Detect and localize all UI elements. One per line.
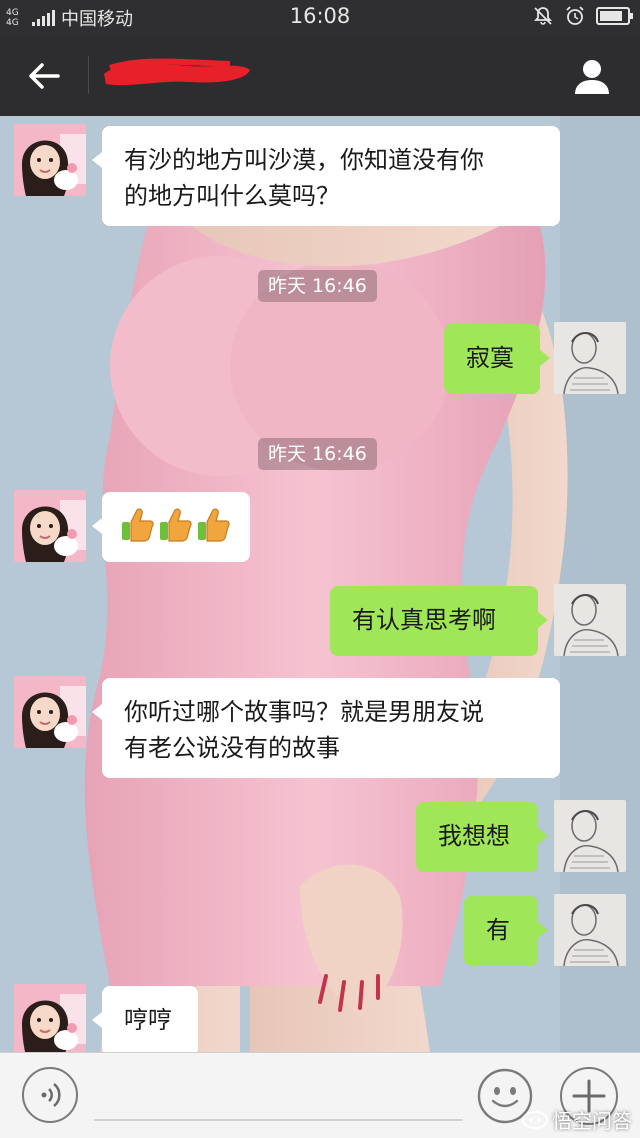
message-input[interactable] (94, 1077, 462, 1121)
thumbs-up-icon (198, 508, 230, 542)
battery-icon (596, 7, 633, 25)
message-text-line: 有老公说没有的故事 (124, 734, 340, 762)
my-avatar[interactable] (554, 894, 626, 966)
message-text-line: 的地方叫什么莫吗？ (124, 182, 340, 210)
message-text: 有 (486, 916, 510, 944)
message-bubble-incoming[interactable] (92, 492, 250, 562)
alarm-icon (566, 6, 584, 25)
battery-fill (600, 11, 623, 21)
contact-profile-button[interactable] (570, 54, 614, 98)
thumbs-up-icon (160, 508, 192, 542)
my-avatar[interactable] (554, 800, 626, 872)
sketch-avatar-image (554, 584, 626, 656)
message-bubble-incoming[interactable]: 哼哼 (92, 986, 198, 1052)
contact-avatar[interactable] (14, 490, 86, 562)
contact-name-redacted (104, 58, 250, 86)
person-icon (575, 60, 609, 94)
my-avatar[interactable] (554, 322, 626, 394)
girl-avatar-image (14, 124, 86, 196)
message-bubble-incoming[interactable]: 你听过哪个故事吗？就是男朋友说 有老公说没有的故事 (92, 678, 560, 778)
message-bubble-outgoing[interactable]: 有 (464, 896, 548, 966)
girl-avatar-image (14, 490, 86, 562)
message-timestamp: 昨天 16:46 (258, 270, 377, 302)
message-text: 哼哼 (124, 1006, 172, 1034)
voice-icon (41, 1083, 61, 1107)
sketch-avatar-image (554, 322, 626, 394)
sketch-avatar-image (554, 894, 626, 966)
chat-titlebar (0, 34, 640, 116)
message-bubble-outgoing[interactable]: 我想想 (416, 802, 548, 872)
thumbs-up-icon (122, 508, 154, 542)
arrow-left-icon (29, 63, 60, 89)
titlebar-divider (88, 56, 89, 94)
chat-message-list[interactable]: 有沙的地方叫沙漠，你知道没有你 的地方叫什么莫吗？ 昨天 16:46 寂寞 昨天… (0, 116, 640, 1052)
message-timestamp: 昨天 16:46 (258, 438, 377, 470)
message-bubble-outgoing[interactable]: 有认真思考啊 (330, 586, 548, 656)
bell-muted-icon (533, 7, 553, 25)
watermark: 悟空问答 (522, 1105, 632, 1134)
contact-avatar[interactable] (14, 124, 86, 196)
chat-wallpaper (0, 116, 640, 1052)
message-text: 寂寞 (466, 344, 514, 372)
contact-avatar[interactable] (14, 676, 86, 748)
voice-input-button[interactable] (22, 1067, 78, 1123)
sketch-avatar-image (554, 800, 626, 872)
message-text-line: 有沙的地方叫沙漠，你知道没有你 (124, 146, 484, 174)
message-bubble-incoming[interactable]: 有沙的地方叫沙漠，你知道没有你 的地方叫什么莫吗？ (92, 126, 560, 226)
message-text: 有认真思考啊 (352, 606, 496, 634)
back-button[interactable] (22, 54, 66, 98)
contact-avatar[interactable] (14, 984, 86, 1052)
wukong-logo-icon (522, 1110, 548, 1129)
message-bubble-outgoing[interactable]: 寂寞 (444, 324, 550, 394)
emoji-row (120, 506, 232, 544)
message-text-line: 你听过哪个故事吗？就是男朋友说 (124, 698, 484, 726)
status-bar: 4G 4G 中国移动 16:08 (0, 0, 640, 34)
message-text: 我想想 (438, 822, 510, 850)
chat-input-bar: 悟空问答 (0, 1052, 640, 1138)
watermark-text: 悟空问答 (552, 1109, 632, 1133)
girl-avatar-image (14, 676, 86, 748)
girl-avatar-image (14, 984, 86, 1052)
status-right (532, 5, 633, 27)
my-avatar[interactable] (554, 584, 626, 656)
